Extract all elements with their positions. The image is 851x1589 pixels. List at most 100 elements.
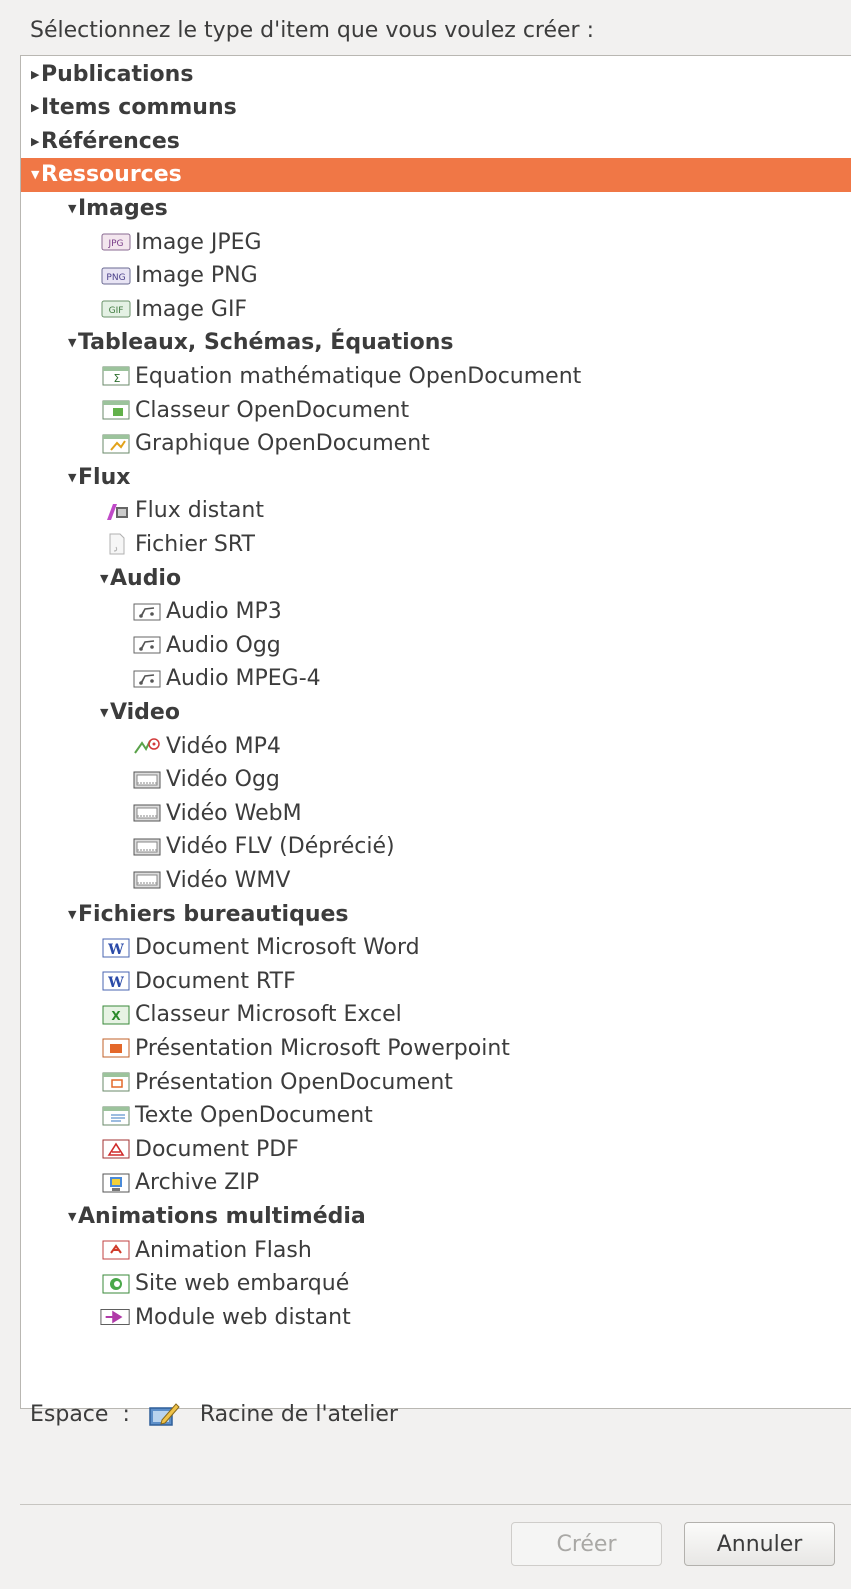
- expander-expanded-icon[interactable]: ▼: [100, 572, 109, 585]
- tree-item[interactable]: Graphique OpenDocument: [21, 427, 851, 461]
- tree-item[interactable]: Classeur OpenDocument: [21, 393, 851, 427]
- powerpoint-icon: [100, 1036, 132, 1060]
- tree-item-label: Image PNG: [135, 263, 258, 289]
- audio-icon: [131, 633, 163, 657]
- tree-item-label: Texte OpenDocument: [135, 1103, 373, 1129]
- tree-item[interactable]: Vidéo WebM: [21, 796, 851, 830]
- video-icon: [131, 768, 163, 792]
- tree-item-label: Fichier SRT: [135, 531, 255, 557]
- tree-item[interactable]: Fichier SRT: [21, 527, 851, 561]
- tree-item[interactable]: ▶ Références: [21, 124, 851, 158]
- tree-item[interactable]: ▼ Flux: [21, 460, 851, 494]
- website-icon: [100, 1272, 132, 1296]
- tree-item-label: Audio Ogg: [166, 632, 281, 658]
- tree-item[interactable]: Animation Flash: [21, 1233, 851, 1267]
- tree-item[interactable]: ▶ Items communs: [21, 91, 851, 125]
- tree-item-label: Site web embarqué: [135, 1271, 350, 1297]
- tree-item-label: Animation Flash: [135, 1237, 312, 1263]
- tree-item-label: Références: [41, 128, 180, 154]
- tree-item-label: Module web distant: [135, 1304, 351, 1330]
- srt-file-icon: [100, 532, 132, 556]
- expander-collapsed-icon[interactable]: ▶: [31, 101, 40, 114]
- expander-collapsed-icon[interactable]: ▶: [31, 68, 40, 81]
- png-icon: PNG: [100, 264, 132, 288]
- tree-item[interactable]: Audio MPEG-4: [21, 662, 851, 696]
- expander-expanded-icon[interactable]: ▼: [100, 706, 109, 719]
- svg-text:W: W: [107, 942, 124, 958]
- pdf-icon: [100, 1137, 132, 1161]
- tree-item[interactable]: ▼ Animations multimédia: [21, 1199, 851, 1233]
- expander-expanded-icon[interactable]: ▼: [31, 168, 40, 181]
- word-icon: W: [100, 969, 132, 993]
- tree-item[interactable]: Audio MP3: [21, 595, 851, 629]
- tree-item-label: Classeur OpenDocument: [135, 397, 410, 423]
- expander-expanded-icon[interactable]: ▼: [68, 1210, 77, 1223]
- tree-item-label: Vidéo Ogg: [166, 767, 280, 793]
- svg-text:W: W: [107, 975, 124, 991]
- svg-text:X: X: [111, 1009, 121, 1023]
- video-icon: [131, 801, 163, 825]
- video-icon: [131, 835, 163, 859]
- excel-icon: X: [100, 1003, 132, 1027]
- tree-item[interactable]: W Document Microsoft Word: [21, 931, 851, 965]
- tree-item[interactable]: Présentation OpenDocument: [21, 1065, 851, 1099]
- edit-workspace-icon[interactable]: [148, 1400, 180, 1428]
- tree-item-label: Vidéo WebM: [166, 800, 302, 826]
- svg-text:GIF: GIF: [109, 306, 124, 316]
- tree-item[interactable]: W Document RTF: [21, 964, 851, 998]
- tree-item[interactable]: Σ Equation mathématique OpenDocument: [21, 359, 851, 393]
- tree-item-label: Classeur Microsoft Excel: [135, 1002, 402, 1028]
- tree-item[interactable]: Archive ZIP: [21, 1166, 851, 1200]
- tree-item[interactable]: Site web embarqué: [21, 1267, 851, 1301]
- tree-item[interactable]: ▼ Ressources: [21, 157, 851, 192]
- tree-item-label: Vidéo FLV (Déprécié): [166, 834, 395, 860]
- tree-item-label: Ressources: [41, 162, 182, 188]
- audio-icon: [131, 667, 163, 691]
- tree-item-label: Audio MPEG-4: [166, 666, 321, 692]
- tree-item[interactable]: ▼ Tableaux, Schémas, Équations: [21, 326, 851, 360]
- tree-item[interactable]: JPG Image JPEG: [21, 225, 851, 259]
- item-type-tree[interactable]: ▶ Publications ▶ Items communs ▶ Références ▼ R…: [20, 55, 851, 1409]
- odt-icon: [100, 1104, 132, 1128]
- svg-text:JPG: JPG: [107, 239, 123, 249]
- expander-expanded-icon[interactable]: ▼: [68, 336, 77, 349]
- jpg-icon: JPG: [100, 230, 132, 254]
- dialog-prompt: Sélectionnez le type d'item que vous vou…: [30, 18, 594, 43]
- tree-item[interactable]: Vidéo MP4: [21, 729, 851, 763]
- create-button[interactable]: Créer: [511, 1522, 662, 1566]
- odg-icon: [100, 432, 132, 456]
- expander-collapsed-icon[interactable]: ▶: [31, 135, 40, 148]
- tree-item[interactable]: PNG Image PNG: [21, 259, 851, 293]
- tree-item[interactable]: Document PDF: [21, 1132, 851, 1166]
- expander-expanded-icon[interactable]: ▼: [68, 908, 77, 921]
- tree-item[interactable]: ▼ Fichiers bureautiques: [21, 897, 851, 931]
- tree-item[interactable]: Flux distant: [21, 494, 851, 528]
- expander-expanded-icon[interactable]: ▼: [68, 202, 77, 215]
- tree-item[interactable]: Vidéo WMV: [21, 863, 851, 897]
- tree-item[interactable]: Audio Ogg: [21, 628, 851, 662]
- tree-item[interactable]: Vidéo Ogg: [21, 763, 851, 797]
- tree-item-label: Items communs: [41, 95, 237, 121]
- tree-item-label: Présentation OpenDocument: [135, 1069, 453, 1095]
- tree-item[interactable]: Texte OpenDocument: [21, 1099, 851, 1133]
- cancel-button[interactable]: Annuler: [684, 1522, 835, 1566]
- tree-item[interactable]: Module web distant: [21, 1300, 851, 1334]
- tree-item-label: Animations multimédia: [78, 1203, 366, 1229]
- svg-text:Σ: Σ: [114, 372, 121, 385]
- tree-item[interactable]: ▼ Video: [21, 695, 851, 729]
- separator: [20, 1504, 851, 1505]
- remote-stream-icon: [100, 499, 132, 523]
- tree-item-label: Document RTF: [135, 968, 296, 994]
- tree-item[interactable]: Vidéo FLV (Déprécié): [21, 830, 851, 864]
- expander-expanded-icon[interactable]: ▼: [68, 471, 77, 484]
- tree-item[interactable]: ▼ Images: [21, 191, 851, 225]
- tree-item-label: Archive ZIP: [135, 1170, 260, 1196]
- tree-item-label: Video: [110, 699, 180, 725]
- web-module-icon: [100, 1305, 132, 1329]
- tree-item-label: Tableaux, Schémas, Équations: [78, 330, 454, 356]
- tree-item[interactable]: X Classeur Microsoft Excel: [21, 998, 851, 1032]
- tree-item[interactable]: GIF Image GIF: [21, 292, 851, 326]
- tree-item[interactable]: ▼ Audio: [21, 561, 851, 595]
- tree-item[interactable]: ▶ Publications: [21, 57, 851, 91]
- tree-item[interactable]: Présentation Microsoft Powerpoint: [21, 1031, 851, 1065]
